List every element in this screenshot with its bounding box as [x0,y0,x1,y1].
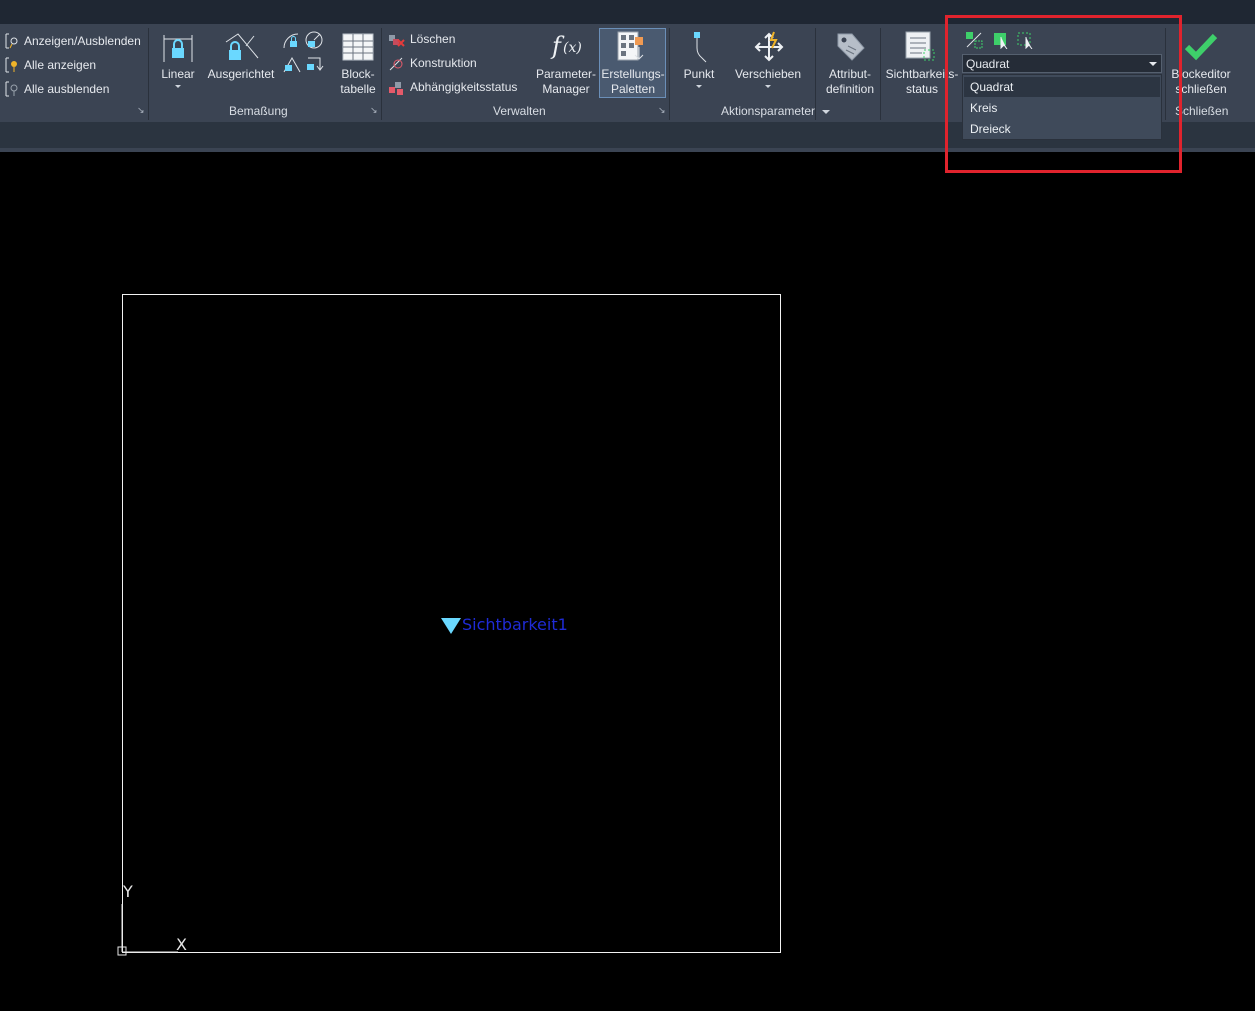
construction-icon [388,56,406,75]
block-table-button[interactable]: Block- tabelle [337,30,379,96]
dimension-small-tools [282,30,324,76]
move-action-icon [752,30,786,67]
hide-all-icon [4,81,20,100]
point-dropdown-icon [696,85,702,88]
delete-icon [388,32,406,51]
show-hide-button[interactable]: Anzeigen/Ausblenden [2,32,142,50]
authoring-palettes-button[interactable]: Erstellungs- Paletten [600,30,666,96]
move-dropdown-icon [765,85,771,88]
separator [669,28,670,120]
separator [381,28,382,120]
show-hide-icon [4,33,20,52]
attribute-definition-button[interactable]: Attribut- definition [820,30,880,96]
show-all-label: Alle anzeigen [24,58,97,72]
ucs-icon [117,904,178,956]
hide-all-label: Alle ausblenden [24,82,110,96]
rotation-dimension-icon[interactable] [304,54,324,77]
move-button[interactable]: Verschieben [732,30,804,92]
parameter-manager-label-1: Parameter- [535,67,597,81]
ucs-y-label: Y [122,882,133,901]
visibility-state-icon [904,30,938,67]
delete-button[interactable]: Löschen [388,31,518,49]
point-label: Punkt [683,67,715,81]
action-panel-title: Aktionsparameter [721,104,816,118]
block-table-label-1: Block- [341,67,375,81]
visibility-parameter-label: Sichtbarkeit1 [462,615,568,634]
separator [815,28,816,120]
aligned-button[interactable]: Ausgerichtet [206,30,276,81]
construction-button[interactable]: Konstruktion [388,55,518,73]
constraint-status-label: Abhängigkeitsstatus [410,80,518,94]
separator [148,28,149,120]
show-hide-label: Anzeigen/Ausblenden [24,34,141,48]
aligned-label: Ausgerichtet [207,67,275,81]
constraint-status-icon [388,80,406,99]
attribute-tag-icon [834,30,866,67]
linear-dimension-icon [161,32,195,67]
authoring-palettes-label-1: Erstellungs- [601,67,665,81]
linear-label: Linear [161,67,195,81]
block-table-icon [342,32,374,65]
point-button[interactable]: Punkt [678,30,720,92]
construction-label: Konstruktion [410,56,477,70]
drawing-canvas[interactable]: Sichtbarkeit1 Y X [0,152,1255,1011]
parameter-manager-button[interactable]: f (x) Parameter- Manager [534,30,598,96]
aligned-dimension-icon [224,32,260,67]
linear-dropdown-icon [175,85,181,88]
visibility-panel-launcher-icon[interactable]: ↘ [137,106,145,115]
authoring-palettes-label-2: Paletten [610,82,656,96]
point-parameter-icon [688,30,712,67]
parameter-manager-label-2: Manager [542,82,590,96]
show-all-button[interactable]: Alle anzeigen [2,56,142,74]
ucs-x-label: X [176,935,187,954]
block-table-label-2: tabelle [340,82,376,96]
highlight-box [945,15,1182,173]
svg-text:(x): (x) [563,40,582,56]
delete-label: Löschen [410,32,456,46]
separator [880,28,881,120]
authoring-palettes-icon [617,31,649,66]
manage-panel-title: Verwalten [493,104,546,118]
manage-panel-launcher-icon[interactable]: ↘ [658,106,666,115]
visibility-parameter-grip-icon [441,618,461,634]
angular-dimension-icon[interactable] [282,30,302,53]
polar-dimension-icon[interactable] [282,54,302,77]
radial-dimension-icon[interactable] [304,30,324,53]
function-fx-icon: f (x) [550,30,584,67]
dimension-panel-title: Bemaßung [229,104,288,118]
hide-all-button[interactable]: Alle ausblenden [2,80,142,98]
checkmark-icon [1184,32,1218,65]
close-panel-title: Schließen [1175,104,1229,118]
action-panel-expand-icon[interactable] [822,110,830,114]
constraint-status-button[interactable]: Abhängigkeitsstatus [388,79,523,97]
move-label: Verschieben [734,67,802,81]
attribute-definition-label-1: Attribut- [828,67,871,81]
linear-button[interactable]: Linear [156,30,200,92]
show-all-icon [4,57,20,76]
dimension-panel-launcher-icon[interactable]: ↘ [370,106,378,115]
attribute-definition-label-2: definition [825,82,875,96]
